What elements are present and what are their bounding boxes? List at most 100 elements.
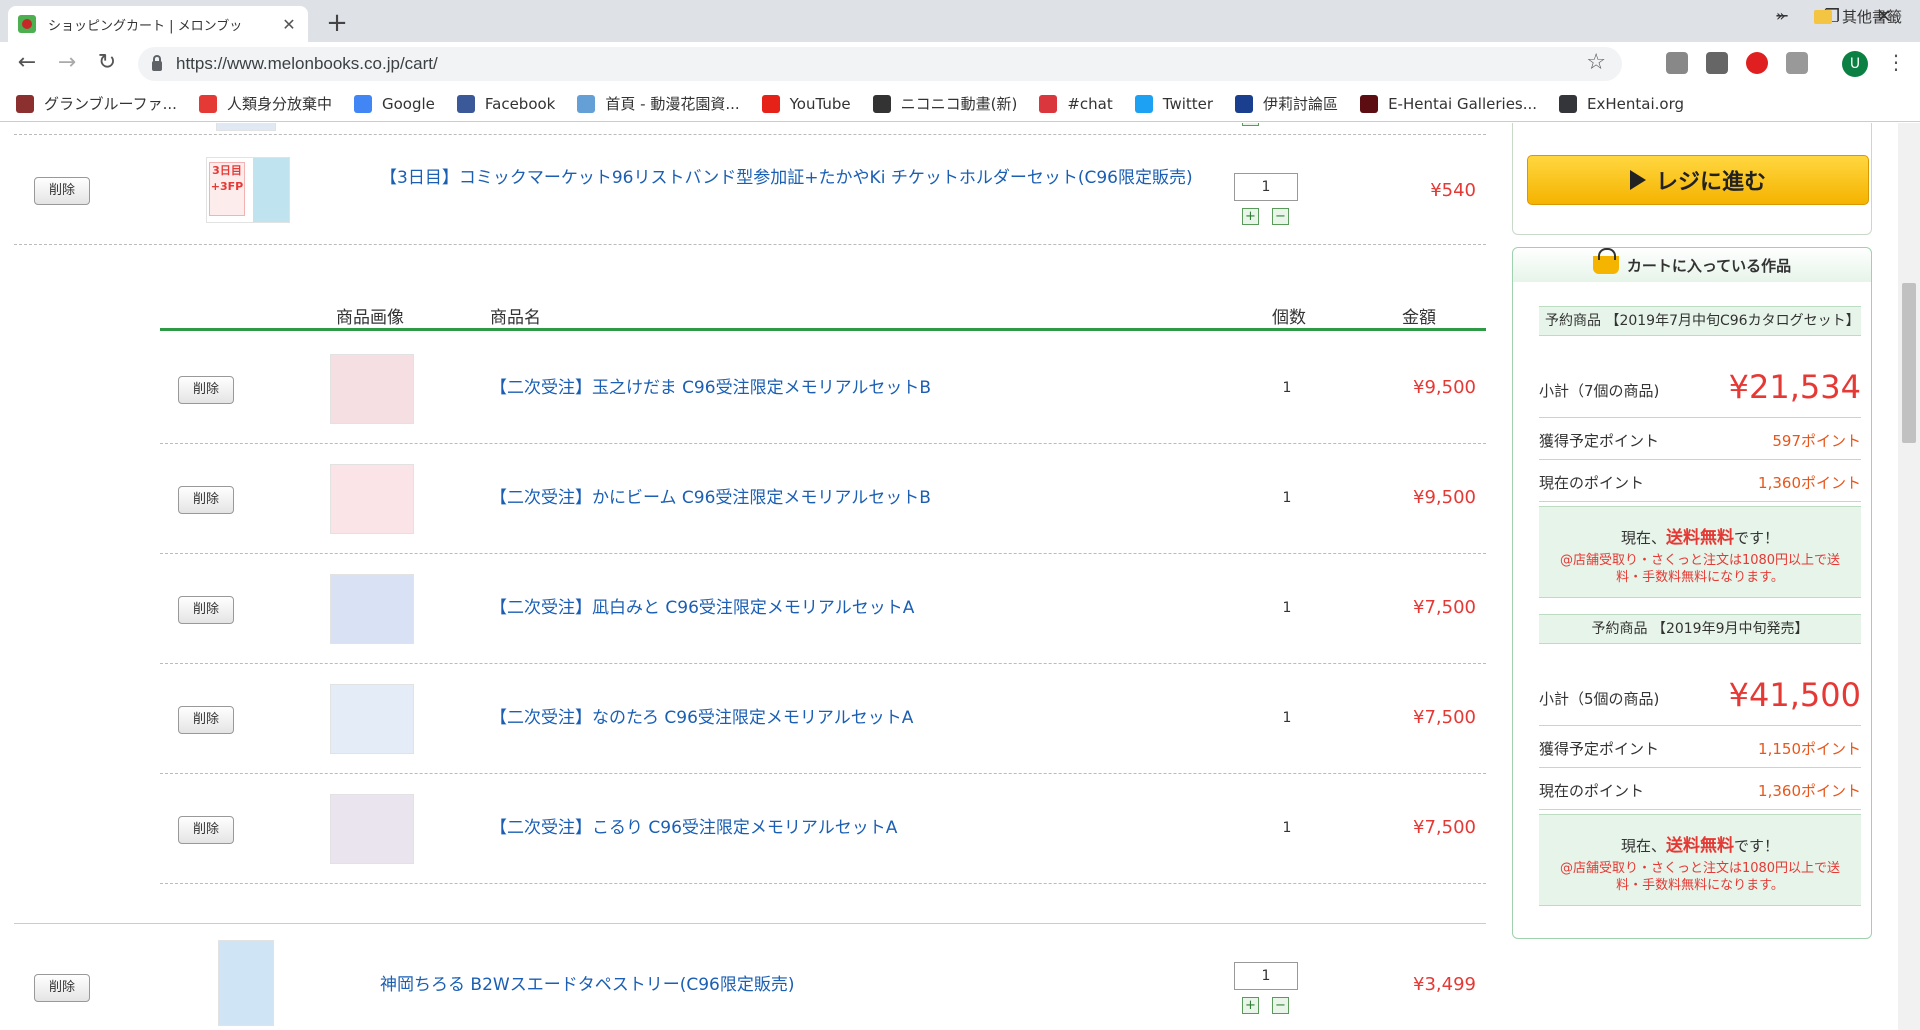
quantity-minus-button[interactable]: [1242, 123, 1259, 126]
delete-button[interactable]: 削除: [178, 706, 234, 734]
bookmark-item[interactable]: Google: [353, 94, 435, 113]
youtube-icon: [761, 94, 780, 113]
delete-button[interactable]: 削除: [178, 596, 234, 624]
product-thumbnail[interactable]: [330, 354, 414, 424]
ehentai-icon: [1360, 94, 1379, 113]
current-points-label: 現在のポイント: [1539, 474, 1645, 492]
delete-button[interactable]: 削除: [34, 177, 90, 205]
product-thumbnail[interactable]: 3日目 +3FP: [206, 157, 290, 223]
address-bar[interactable]: https://www.melonbooks.co.jp/cart/ ☆: [138, 47, 1622, 81]
product-thumbnail[interactable]: [330, 794, 414, 864]
opera-extension-icon[interactable]: [1746, 52, 1768, 74]
page-scrollbar[interactable]: [1898, 123, 1920, 1030]
shipping-notice: 現在、送料無料です！ @店舗受取り・さくっと注文は1080円以上で送料・手数料無料…: [1539, 814, 1861, 906]
quantity-plus-button[interactable]: +: [1242, 208, 1259, 225]
profile-avatar[interactable]: U: [1842, 51, 1868, 77]
subtotal-line: 小計（7個の商品) ¥21,534: [1539, 360, 1861, 418]
reload-button[interactable]: ↻: [92, 50, 122, 75]
bookmark-item[interactable]: 首頁 - 動漫花園資...: [577, 93, 740, 114]
free-shipping-line: 現在、送料無料です！: [1539, 523, 1861, 548]
bookmark-item[interactable]: ExHentai.org: [1559, 94, 1684, 113]
product-thumbnail[interactable]: [330, 574, 414, 644]
bookmarks-overflow-button[interactable]: »: [1776, 6, 1786, 25]
product-thumbnail[interactable]: [218, 940, 274, 1026]
product-name-link[interactable]: 【二次受注】玉之けだま C96受注限定メモリアルセットB: [490, 377, 1190, 400]
points-label: 獲得予定ポイント: [1539, 432, 1660, 450]
google-icon: [353, 94, 372, 113]
bookmark-item[interactable]: Facebook: [456, 94, 555, 113]
quantity-minus-button[interactable]: −: [1272, 997, 1289, 1014]
play-icon: [1629, 170, 1646, 190]
current-points-line: 現在のポイント 1,360ポイント: [1539, 768, 1861, 810]
header-price: 金額: [1402, 308, 1436, 328]
product-name-link[interactable]: 神岡ちろる B2Wスエードタペストリー(C96限定販売): [380, 974, 1200, 997]
item-price: ¥540: [1430, 180, 1476, 201]
delete-button[interactable]: 削除: [178, 486, 234, 514]
checkout-button[interactable]: レジに進む: [1527, 155, 1869, 205]
browser-toolbar: ← → ↻ https://www.melonbooks.co.jp/cart/…: [0, 42, 1920, 86]
bookmark-item[interactable]: 人類身分放棄中: [198, 93, 332, 114]
current-points-value: 1,360ポイント: [1758, 474, 1861, 492]
cart-row: 削除 神岡ちろる B2Wスエードタペストリー(C96限定販売) 1 + − ¥3…: [14, 924, 1486, 1030]
bookmark-label: 首頁 - 動漫花園資...: [605, 95, 740, 113]
basket-icon: [1592, 248, 1619, 274]
summary-title: カートに入っている作品: [1626, 256, 1792, 275]
download-extension-icon[interactable]: [1666, 52, 1688, 74]
item-quantity: 1: [1282, 600, 1292, 616]
summary-header: カートに入っている作品: [1513, 248, 1871, 282]
tab-close-icon[interactable]: ✕: [280, 15, 298, 34]
bookmark-item[interactable]: グランブルーファ...: [16, 93, 177, 114]
quantity-input[interactable]: 1: [1234, 173, 1298, 201]
product-name-link[interactable]: 【二次受注】凪白みと C96受注限定メモリアルセットA: [490, 597, 1190, 620]
header-qty: 個数: [1272, 308, 1306, 328]
pocket-extension-icon[interactable]: [1706, 52, 1728, 74]
blog-icon: [198, 94, 217, 113]
bookmark-label: 伊莉討論區: [1263, 95, 1339, 113]
delete-button[interactable]: 削除: [178, 376, 234, 404]
product-thumbnail[interactable]: [330, 464, 414, 534]
product-name-link[interactable]: 【二次受注】なのたろ C96受注限定メモリアルセットA: [490, 707, 1190, 730]
bookmark-label: Google: [381, 94, 435, 113]
scrollbar-thumb[interactable]: [1902, 283, 1916, 443]
product-thumbnail[interactable]: [330, 684, 414, 754]
active-tab[interactable]: ショッピングカート | メロンブッ ✕: [8, 6, 308, 42]
product-name-link[interactable]: 【二次受注】かにビーム C96受注限定メモリアルセットB: [490, 487, 1190, 510]
product-name-link[interactable]: 【二次受注】こるり C96受注限定メモリアルセットA: [490, 817, 1190, 840]
bookmark-item[interactable]: YouTube: [761, 94, 851, 113]
item-quantity: 1: [1282, 490, 1292, 506]
quantity-minus-button[interactable]: −: [1272, 208, 1289, 225]
other-bookmarks-folder[interactable]: 其他書籤: [1814, 6, 1902, 27]
bookmarks-bar: グランブルーファ... 人類身分放棄中 Google Facebook 首頁 - 動漫花…: [0, 86, 1920, 122]
facebook-icon: [456, 94, 475, 113]
browser-menu-icon[interactable]: ⋮: [1886, 50, 1906, 74]
set-item-row: 削除 【二次受注】凪白みと C96受注限定メモリアルセットA 1 ¥7,500: [160, 554, 1486, 664]
forward-button[interactable]: →: [52, 50, 82, 75]
granblue-icon: [16, 94, 34, 113]
quantity-input[interactable]: 1: [1234, 962, 1298, 990]
url-text[interactable]: https://www.melonbooks.co.jp/cart/: [176, 54, 438, 74]
exhentai-icon: [1559, 94, 1578, 113]
delete-button[interactable]: 削除: [34, 974, 90, 1002]
bookmark-item[interactable]: ニコニコ動畫(新): [872, 93, 1017, 114]
back-button[interactable]: ←: [12, 50, 42, 75]
chat-icon: [1039, 94, 1058, 113]
product-name-link[interactable]: 【3日目】コミックマーケット96リストバンド型参加証+たかやKi チケットホルダ…: [380, 167, 1200, 190]
header-name: 商品名: [490, 308, 541, 328]
folder-icon: [1814, 9, 1832, 24]
bookmark-star-icon[interactable]: ☆: [1586, 50, 1606, 75]
bookmark-item[interactable]: E-Hentai Galleries...: [1360, 94, 1537, 113]
niconico-icon: [872, 94, 891, 113]
bookmark-item[interactable]: 伊莉討論區: [1235, 93, 1338, 114]
bookmark-item[interactable]: #chat: [1039, 94, 1113, 113]
delete-button[interactable]: 削除: [178, 816, 234, 844]
set-item-row: 削除 【二次受注】かにビーム C96受注限定メモリアルセットB 1 ¥9,500: [160, 444, 1486, 554]
bookmark-item[interactable]: Twitter: [1134, 94, 1213, 113]
notice-detail: @店舗受取り・さくっと注文は1080円以上で送料・手数料無料になります。: [1559, 861, 1841, 893]
cast-extension-icon[interactable]: [1786, 52, 1808, 74]
quantity-plus-button[interactable]: +: [1242, 997, 1259, 1014]
points-line: 獲得予定ポイント 1,150ポイント: [1539, 726, 1861, 768]
notice-prefix: 現在、: [1620, 837, 1666, 855]
free-shipping-emphasis: 送料無料: [1666, 836, 1734, 856]
new-tab-button[interactable]: +: [322, 8, 352, 38]
page-content: 削除 3日目 +3FP 【3日目】コミックマーケット96リストバンド型参加証+たか…: [0, 123, 1920, 1030]
